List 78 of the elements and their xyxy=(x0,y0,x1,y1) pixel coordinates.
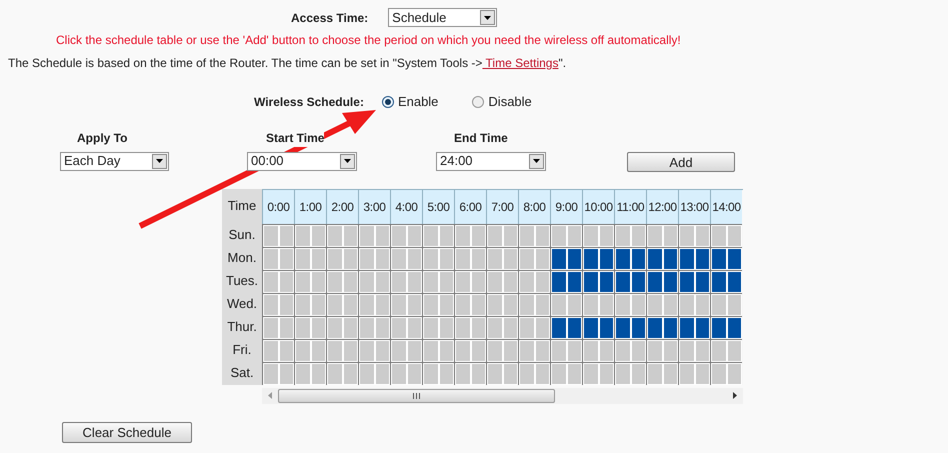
dropdown[interactable]: Schedule xyxy=(388,8,498,27)
schedule-slot[interactable] xyxy=(664,248,677,268)
schedule-slot[interactable] xyxy=(616,248,630,268)
day-label: Tues. xyxy=(222,270,262,292)
table-header-cell: 3:00 xyxy=(358,190,390,224)
table-header-cell: 1:00 xyxy=(294,190,326,224)
schedule-slot[interactable] xyxy=(696,272,709,292)
table-header-cell: 5:00 xyxy=(422,190,454,224)
schedule-slot[interactable] xyxy=(728,272,741,292)
schedule-slot[interactable] xyxy=(632,318,645,338)
schedule-slot[interactable] xyxy=(680,318,694,338)
info-text: The Schedule is based on the time of the Router. The time can be set in "System Tools -> Time Settings". xyxy=(8,55,568,72)
schedule-slot[interactable] xyxy=(680,248,694,268)
warning-text: Click the schedule table or use the 'Add' button to choose the period on which you need the wireless off automatically! xyxy=(56,32,682,49)
schedule-slot[interactable] xyxy=(584,318,598,338)
schedule-slot[interactable] xyxy=(632,272,645,292)
clear-schedule-button[interactable]: Clear Schedule xyxy=(62,422,192,442)
radio-option[interactable]: Enable xyxy=(382,92,438,112)
schedule-slot[interactable] xyxy=(648,272,662,292)
day-label: Wed. xyxy=(222,292,262,316)
caret-icon xyxy=(480,10,496,25)
day-label: Fri. xyxy=(222,338,262,362)
day-label: Sun. xyxy=(222,224,262,246)
schedule-slot[interactable] xyxy=(552,248,566,268)
schedule-slot[interactable] xyxy=(600,318,613,338)
schedule-slot[interactable] xyxy=(568,248,581,268)
table-header-cell: Time xyxy=(222,188,262,224)
field-label: Access Time: xyxy=(291,10,368,26)
add-button[interactable]: Add xyxy=(627,152,735,172)
schedule-slot[interactable] xyxy=(568,318,581,338)
schedule-slot[interactable] xyxy=(664,318,677,338)
radio-option[interactable]: Disable xyxy=(472,92,532,112)
table-header-cell: 14:00 xyxy=(710,190,742,224)
schedule-slot[interactable] xyxy=(680,272,694,292)
table-header-cell: 6:00 xyxy=(454,190,486,224)
scrollbar-thumb[interactable] xyxy=(278,388,555,402)
schedule-slot[interactable] xyxy=(568,272,581,292)
table-header-cell: 8:00 xyxy=(518,190,550,224)
schedule-slot[interactable] xyxy=(552,272,566,292)
table-header-cell: 2:00 xyxy=(326,190,358,224)
field-label: Wireless Schedule: xyxy=(254,94,364,111)
schedule-slot[interactable] xyxy=(552,318,566,338)
table-header-cell: 12:00 xyxy=(646,190,678,224)
schedule-slot[interactable] xyxy=(728,248,741,268)
schedule-slot[interactable] xyxy=(728,318,741,338)
day-label: Sat. xyxy=(222,362,262,384)
table-header-cell: 4:00 xyxy=(390,190,422,224)
schedule-slot[interactable] xyxy=(664,272,677,292)
dropdown[interactable]: 24:00 xyxy=(436,152,546,170)
schedule-slot[interactable] xyxy=(712,248,726,268)
time-settings-link[interactable]: Time Settings xyxy=(482,56,558,70)
day-label: Thur. xyxy=(222,316,262,338)
table-header-cell: 10:00 xyxy=(582,190,614,224)
table-header-cell: 13:00 xyxy=(678,190,710,224)
table-header-cell: 7:00 xyxy=(486,190,518,224)
schedule-slot[interactable] xyxy=(584,248,598,268)
schedule-slot[interactable] xyxy=(648,318,662,338)
dropdown[interactable]: 00:00 xyxy=(247,152,357,170)
schedule-slot[interactable] xyxy=(696,248,709,268)
day-label: Mon. xyxy=(222,246,262,270)
schedule-slot[interactable] xyxy=(632,248,645,268)
table-header-cell: 0:00 xyxy=(262,190,294,224)
table-header-cell: 9:00 xyxy=(550,190,582,224)
schedule-slot[interactable] xyxy=(600,248,613,268)
schedule-slot[interactable] xyxy=(696,318,709,338)
caret-icon xyxy=(529,154,544,168)
schedule-slot[interactable] xyxy=(616,272,630,292)
table-header-cell: 11:00 xyxy=(614,190,646,224)
schedule-slot[interactable] xyxy=(712,272,726,292)
horizontal-scrollbar[interactable] xyxy=(262,388,743,404)
schedule-slot[interactable] xyxy=(600,272,613,292)
schedule-slot[interactable] xyxy=(648,248,662,268)
dropdown[interactable]: Each Day xyxy=(60,152,169,170)
schedule-slot[interactable] xyxy=(584,272,598,292)
schedule-slot[interactable] xyxy=(712,318,726,338)
schedule-slot[interactable] xyxy=(616,318,630,338)
caret-icon xyxy=(152,154,167,168)
caret-icon xyxy=(340,154,355,168)
